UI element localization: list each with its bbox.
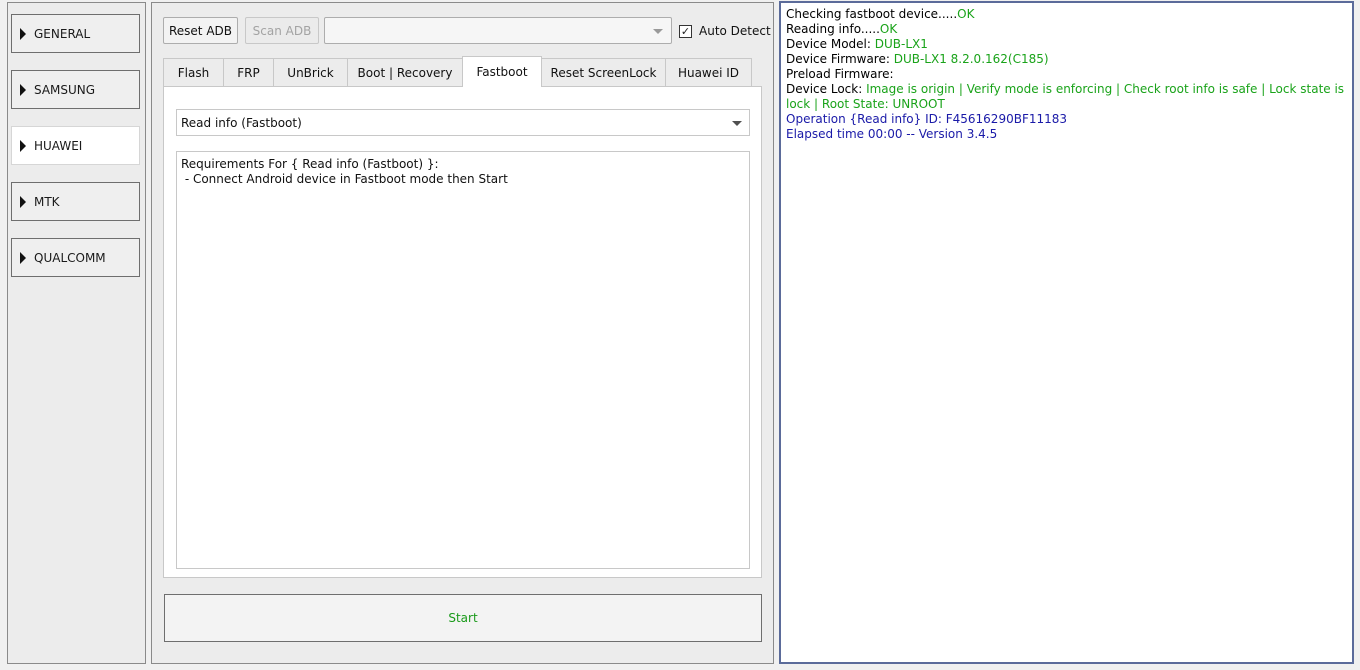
- tab-frp[interactable]: FRP: [223, 58, 274, 87]
- log-line: Device Firmware: DUB-LX1 8.2.0.162(C185): [786, 52, 1347, 67]
- nav-item-qualcomm[interactable]: QUALCOMM: [11, 238, 140, 277]
- tab-fastboot[interactable]: Fastboot: [462, 56, 542, 87]
- nav-item-label: HUAWEI: [34, 138, 83, 153]
- log-label: Checking fastboot device.....: [786, 7, 958, 21]
- log-line: Device Model: DUB-LX1: [786, 37, 1347, 52]
- tab-boot-recovery[interactable]: Boot | Recovery: [347, 58, 463, 87]
- nav-item-label: SAMSUNG: [34, 82, 96, 97]
- log-value: OK: [879, 22, 898, 36]
- requirements-line: - Connect Android device in Fastboot mod…: [181, 172, 508, 186]
- log-value: DUB-LX1 8.2.0.162(C185): [893, 52, 1049, 66]
- expand-arrow-icon: [20, 27, 26, 40]
- log-line: Elapsed time 00:00 -- Version 3.4.5: [786, 127, 998, 141]
- nav-item-label: GENERAL: [34, 26, 91, 41]
- auto-detect-checkbox[interactable]: ✓ Auto Detect: [679, 24, 771, 38]
- auto-detect-label: Auto Detect: [699, 24, 771, 38]
- expand-arrow-icon: [20, 139, 26, 152]
- nav-item-mtk[interactable]: MTK: [11, 182, 140, 221]
- expand-arrow-icon: [20, 195, 26, 208]
- tab-strip: Flash FRP UnBrick Boot | Recovery Fastbo…: [163, 56, 752, 87]
- log-label: Preload Firmware:: [786, 67, 894, 81]
- device-select[interactable]: [324, 17, 672, 44]
- checkmark-icon: ✓: [679, 24, 692, 38]
- requirements-line: Requirements For { Read info (Fastboot) …: [181, 157, 439, 171]
- chevron-down-icon: [653, 29, 663, 34]
- tab-unbrick[interactable]: UnBrick: [273, 58, 348, 87]
- expand-arrow-icon: [20, 83, 26, 96]
- log-value: OK: [957, 7, 975, 21]
- log-line: Preload Firmware:: [786, 67, 1347, 82]
- tab-flash[interactable]: Flash: [163, 58, 224, 87]
- nav-item-huawei[interactable]: HUAWEI: [11, 126, 140, 165]
- expand-arrow-icon: [20, 251, 26, 264]
- log-label: Device Model:: [786, 37, 875, 51]
- tab-reset-screenlock[interactable]: Reset ScreenLock: [541, 58, 666, 87]
- chevron-down-icon: [732, 121, 742, 126]
- log-value: Image is origin | Verify mode is enforci…: [786, 82, 1345, 111]
- log-line: Checking fastboot device.....OK: [786, 7, 1347, 22]
- log-label: Device Firmware:: [786, 52, 894, 66]
- fastboot-tab-page: Read info (Fastboot) Requirements For { …: [163, 86, 762, 578]
- nav-item-samsung[interactable]: SAMSUNG: [11, 70, 140, 109]
- log-label: Device Lock:: [786, 82, 867, 96]
- tab-huawei-id[interactable]: Huawei ID: [665, 58, 752, 87]
- nav-item-general[interactable]: GENERAL: [11, 14, 140, 53]
- operation-select[interactable]: Read info (Fastboot): [176, 109, 750, 136]
- requirements-text: Requirements For { Read info (Fastboot) …: [176, 151, 750, 569]
- start-button[interactable]: Start: [164, 594, 762, 642]
- operation-select-value: Read info (Fastboot): [181, 115, 302, 130]
- log-line: Reading info.....OK: [786, 22, 1347, 37]
- category-nav-panel: GENERAL SAMSUNG HUAWEI MTK QUALCOMM: [7, 2, 146, 664]
- nav-item-label: MTK: [34, 194, 60, 209]
- reset-adb-button[interactable]: Reset ADB: [163, 17, 238, 44]
- log-value: DUB-LX1: [874, 37, 928, 51]
- log-label: Reading info.....: [786, 22, 880, 36]
- log-line: Device Lock: Image is origin | Verify mo…: [786, 82, 1347, 112]
- log-output: Checking fastboot device.....OK Reading …: [779, 1, 1354, 664]
- log-line: Operation {Read info} ID: F45616290BF111…: [786, 112, 1068, 126]
- nav-item-label: QUALCOMM: [34, 250, 106, 265]
- scan-adb-button[interactable]: Scan ADB: [245, 17, 319, 44]
- operations-panel: Reset ADB Scan ADB ✓ Auto Detect Flash F…: [151, 2, 774, 664]
